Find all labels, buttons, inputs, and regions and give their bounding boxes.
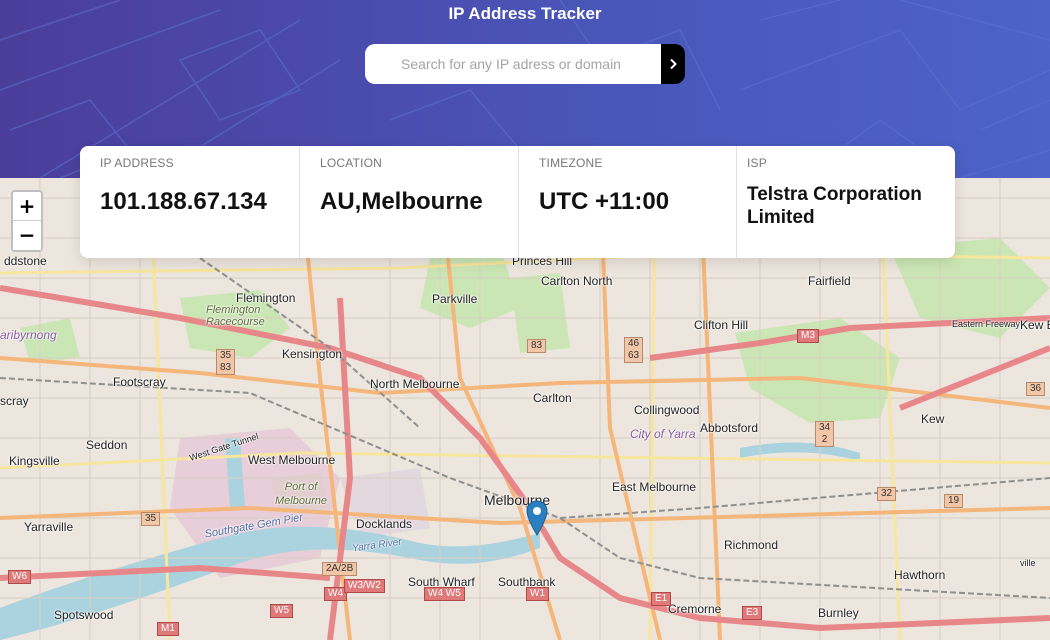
page-title: IP Address Tracker: [448, 4, 602, 23]
place-label: Kew E: [1020, 318, 1050, 332]
ip-address-value: 101.188.67.134: [100, 188, 267, 215]
zoom-out-button[interactable]: −: [13, 221, 41, 250]
place-label: Collingwood: [634, 403, 700, 417]
info-label: LOCATION: [320, 156, 383, 170]
place-label: Yarraville: [24, 520, 74, 534]
road-shield: 32: [877, 487, 897, 501]
road-shield: W1: [526, 587, 549, 601]
place-label: Seddon: [86, 438, 128, 452]
place-label: Carlton North: [541, 274, 613, 288]
place-label: aribyrnong: [0, 328, 57, 342]
road-shield: 35: [141, 512, 161, 526]
place-label: Parkville: [432, 292, 478, 306]
place-label: Fairfield: [808, 274, 851, 288]
isp-value: Telstra Corporation Limited: [747, 184, 922, 228]
road-label: Eastern Freeway: [952, 319, 1021, 329]
road-shield: M1: [157, 622, 179, 636]
place-label: Kensington: [282, 347, 343, 361]
road-shield: 19: [944, 494, 964, 508]
place-label: Kingsville: [9, 454, 60, 468]
info-ip-address: IP ADDRESS 101.188.67.134: [80, 146, 300, 258]
place-label: East Melbourne: [612, 480, 697, 494]
place-label: Flemington: [236, 291, 296, 305]
place-label: Cremorne: [668, 602, 722, 616]
zoom-in-button[interactable]: +: [13, 192, 41, 221]
road-shield: 46 63: [624, 337, 644, 363]
road-shield: 2A/2B: [322, 562, 358, 576]
place-label: Spotswood: [54, 608, 114, 622]
road-shield: 35 83: [216, 349, 236, 375]
location-value: AU,Melbourne: [320, 188, 483, 215]
info-isp: ISP Telstra Corporation Limited: [737, 146, 955, 258]
place-label: Port of Melbourne: [275, 481, 327, 507]
info-location: LOCATION AU,Melbourne: [300, 146, 519, 258]
place-label: Kew: [921, 412, 945, 426]
road-shield: W3/W2: [344, 579, 385, 593]
road-shield: 34 2: [815, 421, 835, 447]
place-label: Burnley: [818, 606, 859, 620]
place-label: Richmond: [724, 538, 779, 552]
road-shield: W5: [270, 604, 293, 618]
place-label: ville: [1020, 558, 1036, 568]
road-shield: 83: [527, 339, 547, 353]
search-bar: [365, 44, 685, 84]
place-label: Hawthorn: [894, 568, 946, 582]
info-label: IP ADDRESS: [100, 156, 174, 170]
road-shield: E1: [651, 592, 672, 606]
ip-info-card: IP ADDRESS 101.188.67.134 LOCATION AU,Me…: [80, 146, 955, 258]
road-shield: W6: [8, 570, 31, 584]
timezone-value: UTC +11:00: [539, 188, 670, 215]
road-shield: W4 W5: [424, 587, 465, 601]
place-label: Clifton Hill: [694, 318, 749, 332]
search-submit-button[interactable]: [661, 44, 685, 84]
place-label: Footscray: [113, 375, 166, 389]
info-timezone: TIMEZONE UTC +11:00: [519, 146, 737, 258]
place-label: Abbotsford: [700, 421, 759, 435]
place-label: Carlton: [533, 391, 572, 405]
info-label: ISP: [747, 156, 767, 170]
place-label: North Melbourne: [370, 377, 460, 391]
place-label: City of Yarra: [630, 427, 696, 441]
chevron-right-icon: [670, 58, 677, 70]
road-shield: 36: [1026, 382, 1046, 396]
place-label: scray: [0, 394, 29, 408]
info-label: TIMEZONE: [539, 156, 603, 170]
map-zoom-control: + −: [11, 190, 43, 252]
place-label: ddstone: [4, 254, 47, 268]
search-input[interactable]: [365, 44, 661, 84]
place-label: West Melbourne: [248, 453, 336, 467]
road-shield: M3: [797, 329, 819, 343]
place-label: Flemington Racecourse: [206, 304, 265, 328]
location-pin-icon[interactable]: [526, 500, 548, 536]
road-shield: E3: [742, 606, 763, 620]
place-label: Docklands: [356, 517, 413, 531]
